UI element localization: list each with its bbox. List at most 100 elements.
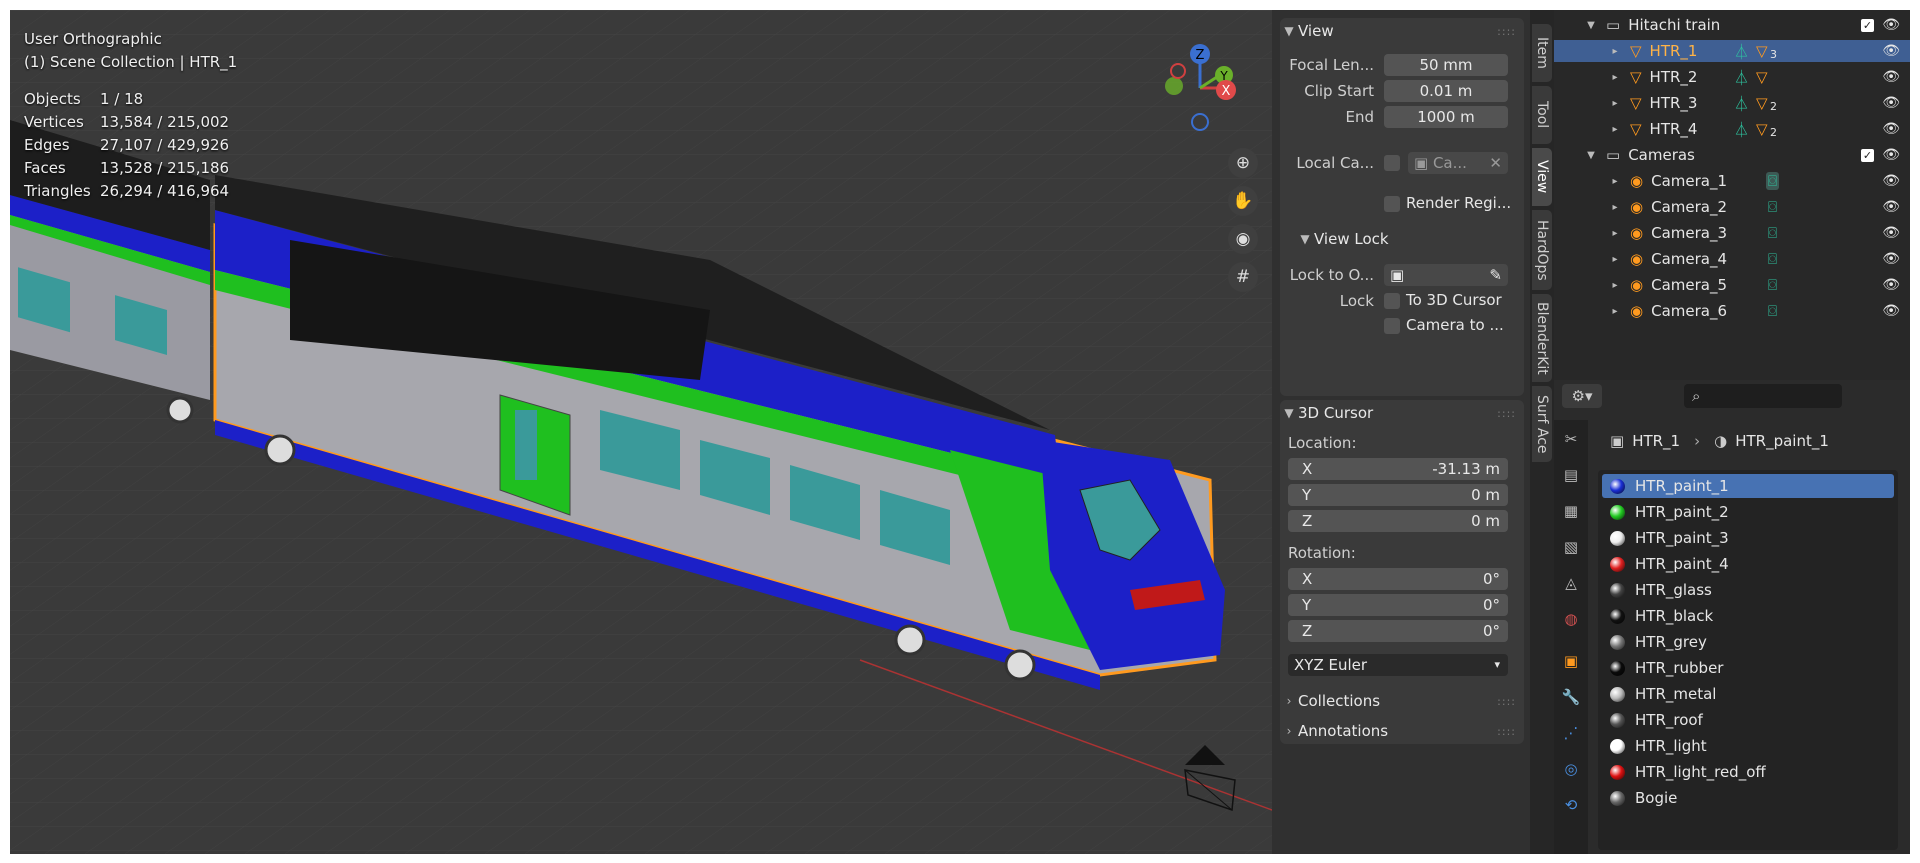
constraints-icon[interactable]: ⟲ [1560, 794, 1582, 816]
render-icon[interactable]: ▤ [1560, 464, 1582, 486]
material-slot[interactable]: HTR_glass [1602, 578, 1894, 602]
tab-item[interactable]: Item [1532, 24, 1552, 82]
lock-to-object-field[interactable]: ▣ ✎ [1384, 264, 1508, 286]
material-slot[interactable]: HTR_paint_2 [1602, 500, 1894, 524]
property-tabs: ✂ ▤ ▦ ▧ ◬ ◍ ▣ 🔧 ⋰ ◎ ⟲ [1554, 420, 1588, 854]
collection-icon: ▭ [1606, 146, 1621, 164]
world-icon[interactable]: ◍ [1560, 608, 1582, 630]
material-preview-icon [1610, 556, 1625, 572]
outliner-item-htr3[interactable]: ▸ ▽ HTR_3 ⏃ ▽ 2 👁 [1554, 92, 1910, 114]
tab-surf-ace[interactable]: Surf Ace [1532, 386, 1552, 462]
search-icon[interactable]: ⌕ [1684, 384, 1842, 408]
outliner-item-htr2[interactable]: ▸ ▽ HTR_2 ⏃ ▽ 👁 [1554, 66, 1910, 88]
output-icon[interactable]: ▦ [1560, 500, 1582, 522]
material-slot[interactable]: HTR_paint_1 [1602, 474, 1894, 498]
outliner-item-camera-1[interactable]: ▸ ◉ Camera_1 ⌼ 👁 [1554, 170, 1910, 192]
material-slot[interactable]: HTR_black [1602, 604, 1894, 628]
scene-icon[interactable]: ◬ [1560, 572, 1582, 594]
cursor-location-y[interactable]: Y0 m [1288, 484, 1508, 506]
render-region-label: Render Regi... [1406, 194, 1512, 212]
pan-hand-icon[interactable]: ✋ [1228, 186, 1258, 216]
stat-triangles: Triangles 26,294 / 416,964 [24, 182, 230, 200]
include-checkbox: ✓ [1861, 148, 1874, 162]
camera-icon: ◉ [1630, 302, 1644, 320]
material-slot[interactable]: HTR_light_red_off [1602, 760, 1894, 784]
outliner-item-camera-2[interactable]: ▸ ◉ Camera_2 ⌼ 👁 [1554, 196, 1910, 218]
camera-icon: ◉ [1630, 224, 1644, 242]
material-slot[interactable]: HTR_paint_4 [1602, 552, 1894, 576]
cursor-location-z[interactable]: Z0 m [1288, 510, 1508, 532]
material-slot[interactable]: HTR_metal [1602, 682, 1894, 706]
visibility-eye-icon: 👁 [1882, 173, 1900, 189]
focal-length-field[interactable]: 50 mm [1384, 54, 1508, 76]
material-slot[interactable]: HTR_light [1602, 734, 1894, 758]
material-slot[interactable]: HTR_paint_3 [1602, 526, 1894, 550]
tool-icon[interactable]: ✂ [1560, 428, 1582, 450]
cursor-rotation-y[interactable]: Y 0° [1288, 594, 1508, 616]
outliner-item-htr4[interactable]: ▸ ▽ HTR_4 ⏃ ▽ 2 👁 [1554, 118, 1910, 140]
navigation-gizmo[interactable]: Z Y X [1150, 30, 1260, 140]
clip-start-field[interactable]: 0.01 m [1384, 80, 1508, 102]
collection-icon: ▭ [1606, 16, 1621, 34]
material-slot[interactable]: HTR_grey [1602, 630, 1894, 654]
tab-hardops[interactable]: HardOps [1532, 210, 1552, 290]
material-slot-list[interactable]: HTR_paint_1 HTR_paint_2 HTR_paint_3 HTR_pai… [1598, 470, 1898, 850]
collection-cameras[interactable]: ▼ ▭ Cameras ✓ 👁 [1554, 144, 1910, 166]
cursor-rotation-x[interactable]: X 0° [1288, 568, 1508, 590]
camera-view-icon[interactable]: ◉ [1228, 224, 1258, 254]
lock-to-cursor-checkbox[interactable] [1384, 293, 1400, 309]
outliner: ▼ ▭ Hitachi train ✓ 👁 ▸ ▽ HTR_1 ⏃ ▽ 3 👁 ▸ ▽ HTR_2… [1554, 10, 1910, 380]
outliner-item-camera-4[interactable]: ▸ ◉ Camera_4 ⌼ 👁 [1554, 248, 1910, 270]
outliner-item-camera-5[interactable]: ▸ ◉ Camera_5 ⌼ 👁 [1554, 274, 1910, 296]
svg-text:Z: Z [1196, 48, 1205, 63]
material-preview-icon [1610, 582, 1625, 598]
tab-view[interactable]: View [1532, 148, 1552, 206]
material-preview-icon [1610, 478, 1625, 494]
camera-data-icon: ⌼ [1768, 224, 1778, 242]
material-slot[interactable]: HTR_roof [1602, 708, 1894, 732]
object-icon[interactable]: ▣ [1560, 650, 1582, 672]
collection-hitachi-train[interactable]: ▼ ▭ Hitachi train ✓ 👁 [1554, 14, 1910, 36]
to-3d-cursor-label: To 3D Cursor [1406, 291, 1502, 309]
cursor-rotation-z[interactable]: Z 0° [1288, 620, 1508, 642]
view-section-header[interactable]: ▼ View:::: [1280, 18, 1524, 44]
particles-icon[interactable]: ⋰ [1560, 722, 1582, 744]
local-camera-checkbox[interactable] [1384, 155, 1400, 171]
view-lock-header[interactable]: ▼ View Lock [1296, 226, 1524, 252]
material-preview-icon [1610, 634, 1625, 650]
material-preview-icon [1610, 790, 1625, 806]
outliner-item-camera-3[interactable]: ▸ ◉ Camera_3 ⌼ 👁 [1554, 222, 1910, 244]
visibility-eye-icon: 👁 [1882, 69, 1900, 85]
mesh-object-icon: ▽ [1630, 94, 1642, 112]
material-icon: ▽ [1756, 68, 1768, 86]
3d-cursor-header[interactable]: ▼ 3D Cursor:::: [1280, 400, 1524, 426]
zoom-icon[interactable]: ⊕ [1228, 148, 1258, 178]
camera-icon: ◉ [1630, 198, 1644, 216]
collections-header[interactable]: › Collections:::: [1280, 688, 1524, 714]
rotation-mode-select[interactable]: XYZ Euler ▾ [1288, 654, 1508, 676]
annotations-header[interactable]: › Annotations:::: [1280, 718, 1524, 744]
physics-icon[interactable]: ◎ [1560, 758, 1582, 780]
grid-icon[interactable]: # [1228, 262, 1258, 292]
outliner-item-camera-6[interactable]: ▸ ◉ Camera_6 ⌼ 👁 [1554, 300, 1910, 322]
material-icon: ▽ [1756, 120, 1768, 138]
3d-viewport[interactable]: User Orthographic (1) Scene Collection |… [10, 10, 1272, 854]
svg-text:X: X [1222, 84, 1231, 99]
3d-cursor-section: ▼ 3D Cursor:::: Location: X -31.13 m Y0 m … [1280, 400, 1524, 744]
camera-data-icon: ⌼ [1768, 250, 1778, 268]
camera-to-view-checkbox[interactable] [1384, 318, 1400, 334]
clip-end-field[interactable]: 1000 m [1384, 106, 1508, 128]
material-slot[interactable]: Bogie [1602, 786, 1894, 810]
tab-tool[interactable]: Tool [1532, 86, 1552, 144]
render-region-checkbox[interactable] [1384, 196, 1400, 212]
local-camera-field[interactable]: ▣ Ca... ✕ [1408, 152, 1508, 174]
view-layer-icon[interactable]: ▧ [1560, 536, 1582, 558]
modifier-wrench-icon[interactable]: 🔧 [1560, 686, 1582, 708]
material-slot[interactable]: HTR_rubber [1602, 656, 1894, 680]
tab-blenderkit[interactable]: BlenderKit [1532, 294, 1552, 382]
editor-type-icon[interactable]: ⚙▾ [1562, 384, 1602, 408]
cursor-location-x[interactable]: X -31.13 m [1288, 458, 1508, 480]
chevron-down-icon: ▾ [1494, 658, 1500, 671]
outliner-item-htr1[interactable]: ▸ ▽ HTR_1 ⏃ ▽ 3 👁 [1554, 40, 1910, 62]
material-name: HTR_paint_3 [1635, 529, 1729, 547]
